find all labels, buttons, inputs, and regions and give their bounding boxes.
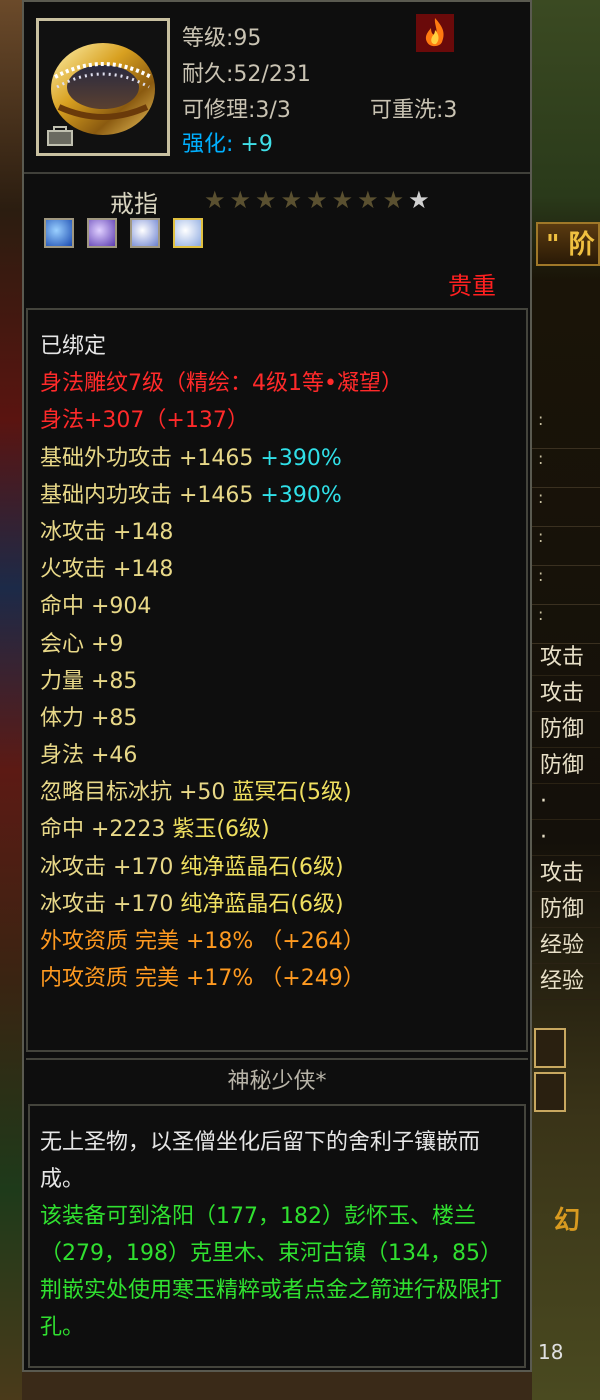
star-icon: ★ xyxy=(408,186,434,214)
fire-element-icon xyxy=(416,14,454,52)
item-enhance: 强化: +9 xyxy=(182,126,273,158)
enhance-label: 强化: xyxy=(182,132,234,157)
background-dot-row: : xyxy=(532,566,600,605)
item-type: 戒指 xyxy=(110,190,158,218)
background-stat-row: 防御 xyxy=(532,892,600,928)
gem-socket-row xyxy=(44,218,211,252)
mag-quality-attribute: 内攻资质 完美 +17% （+249） xyxy=(40,966,365,992)
gem-attribute: 冰攻击 +170 纯净蓝晶石(6级) xyxy=(40,854,344,880)
bound-status: 已绑定 xyxy=(40,334,107,359)
star-icon: ★ xyxy=(204,186,230,214)
background-dot-row: : xyxy=(532,410,600,449)
owner-name: 神秘少侠* xyxy=(26,1058,528,1104)
background-stat-row: 攻击 xyxy=(532,856,600,892)
background-dot-row: : xyxy=(532,605,600,644)
background-label: 幻 xyxy=(554,1206,581,1236)
crit-attribute: 会心 +9 xyxy=(40,631,124,657)
socket-hint: 该装备可到洛阳（177，182）彭怀玉、楼兰（279，198）克里木、束河古镇（… xyxy=(40,1204,503,1340)
mag-attack-attribute: 基础内功攻击 +1465 +390% xyxy=(40,482,342,508)
blue-gem-icon[interactable] xyxy=(44,218,74,248)
item-lore: 无上圣物，以圣僧坐化后留下的舍利子镶嵌而成。 xyxy=(40,1130,481,1192)
gem-attribute: 忽略目标冰抗 +50 蓝冥石(5级) xyxy=(40,780,352,806)
background-scenery-right: " 阶 : : : : : : 攻击 攻击 防御 防御 · · 攻击 防御 经验… xyxy=(532,0,600,1400)
background-stat-row: 经验 xyxy=(532,964,600,1000)
background-dot-list: : : : : : : xyxy=(532,410,600,644)
main-agility-attribute: 身法+307（+137） xyxy=(40,408,249,434)
star-icon: ★ xyxy=(229,186,256,214)
stamina-attribute: 体力 +85 xyxy=(40,705,138,731)
enhance-value: +9 xyxy=(240,132,273,157)
strength-attribute: 力量 +85 xyxy=(40,668,138,694)
item-icon-frame xyxy=(36,18,170,156)
star-rating: ★★★★★★★★★ xyxy=(204,186,434,214)
star-icon: ★ xyxy=(306,186,332,214)
item-repair-count: 可修理:3/3 xyxy=(182,98,291,123)
background-stat-row: 攻击 xyxy=(532,676,600,712)
engrave-attribute: 身法雕纹7级（精绘：4级1等•凝望） xyxy=(40,371,403,397)
item-level: 等级:95 xyxy=(182,26,262,51)
attribute-panel: 已绑定 身法雕纹7级（精绘：4级1等•凝望） 身法+307（+137） 基础外功… xyxy=(26,308,528,1052)
background-scenery-left xyxy=(0,0,22,1400)
gem-attribute: 命中 +2223 紫玉(6级) xyxy=(40,817,270,843)
star-icon: ★ xyxy=(255,186,281,214)
item-tooltip: 等级:95 耐久:52/231 可修理:3/3 可重洗:3 强化: +9 戒指 … xyxy=(22,0,532,1372)
background-dot-row: : xyxy=(532,449,600,488)
phys-attack-attribute: 基础外功攻击 +1465 +390% xyxy=(40,445,342,471)
hit-attribute: 命中 +904 xyxy=(40,594,152,620)
background-number: 18 xyxy=(538,1340,564,1364)
crystal-gem-icon[interactable] xyxy=(173,218,204,248)
star-icon: ★ xyxy=(357,186,383,214)
background-stat-row: 防御 xyxy=(532,748,600,784)
description-panel: 无上圣物，以圣僧坐化后留下的舍利子镶嵌而成。 该装备可到洛阳（177，182）彭… xyxy=(28,1104,526,1368)
background-tab[interactable]: " 阶 xyxy=(536,222,600,266)
background-stat-row: 经验 xyxy=(532,928,600,964)
phys-quality-attribute: 外攻资质 完美 +18% （+264） xyxy=(40,929,365,954)
background-stat-row: · xyxy=(532,820,600,856)
background-stat-row: · xyxy=(532,784,600,820)
item-rewash-count: 可重洗:3 xyxy=(370,98,458,123)
gem-attribute: 冰攻击 +170 纯净蓝晶石(6级) xyxy=(40,891,344,917)
background-stat-row: 攻击 xyxy=(532,640,600,676)
star-icon: ★ xyxy=(382,186,409,214)
background-dot-row: : xyxy=(532,488,600,527)
item-rarity: 贵重 xyxy=(448,272,496,300)
background-stat-row: 防御 xyxy=(532,712,600,748)
item-durability: 耐久:52/231 xyxy=(182,62,311,87)
star-icon: ★ xyxy=(331,186,358,214)
crystal-gem-icon[interactable] xyxy=(130,218,161,248)
ice-attack-attribute: 冰攻击 +148 xyxy=(40,519,174,545)
background-dot-row: : xyxy=(532,527,600,566)
tooltip-header: 等级:95 耐久:52/231 可修理:3/3 可重洗:3 强化: +9 xyxy=(24,2,530,174)
fire-attack-attribute: 火攻击 +148 xyxy=(40,557,174,583)
purple-gem-icon[interactable] xyxy=(87,218,118,248)
background-button-strip[interactable] xyxy=(534,1028,600,1112)
background-stat-list: 攻击 攻击 防御 防御 · · 攻击 防御 经验 经验 xyxy=(532,640,600,1000)
bound-lock-icon xyxy=(47,126,73,146)
agility-attribute: 身法 +46 xyxy=(40,743,138,769)
star-icon: ★ xyxy=(280,186,307,214)
